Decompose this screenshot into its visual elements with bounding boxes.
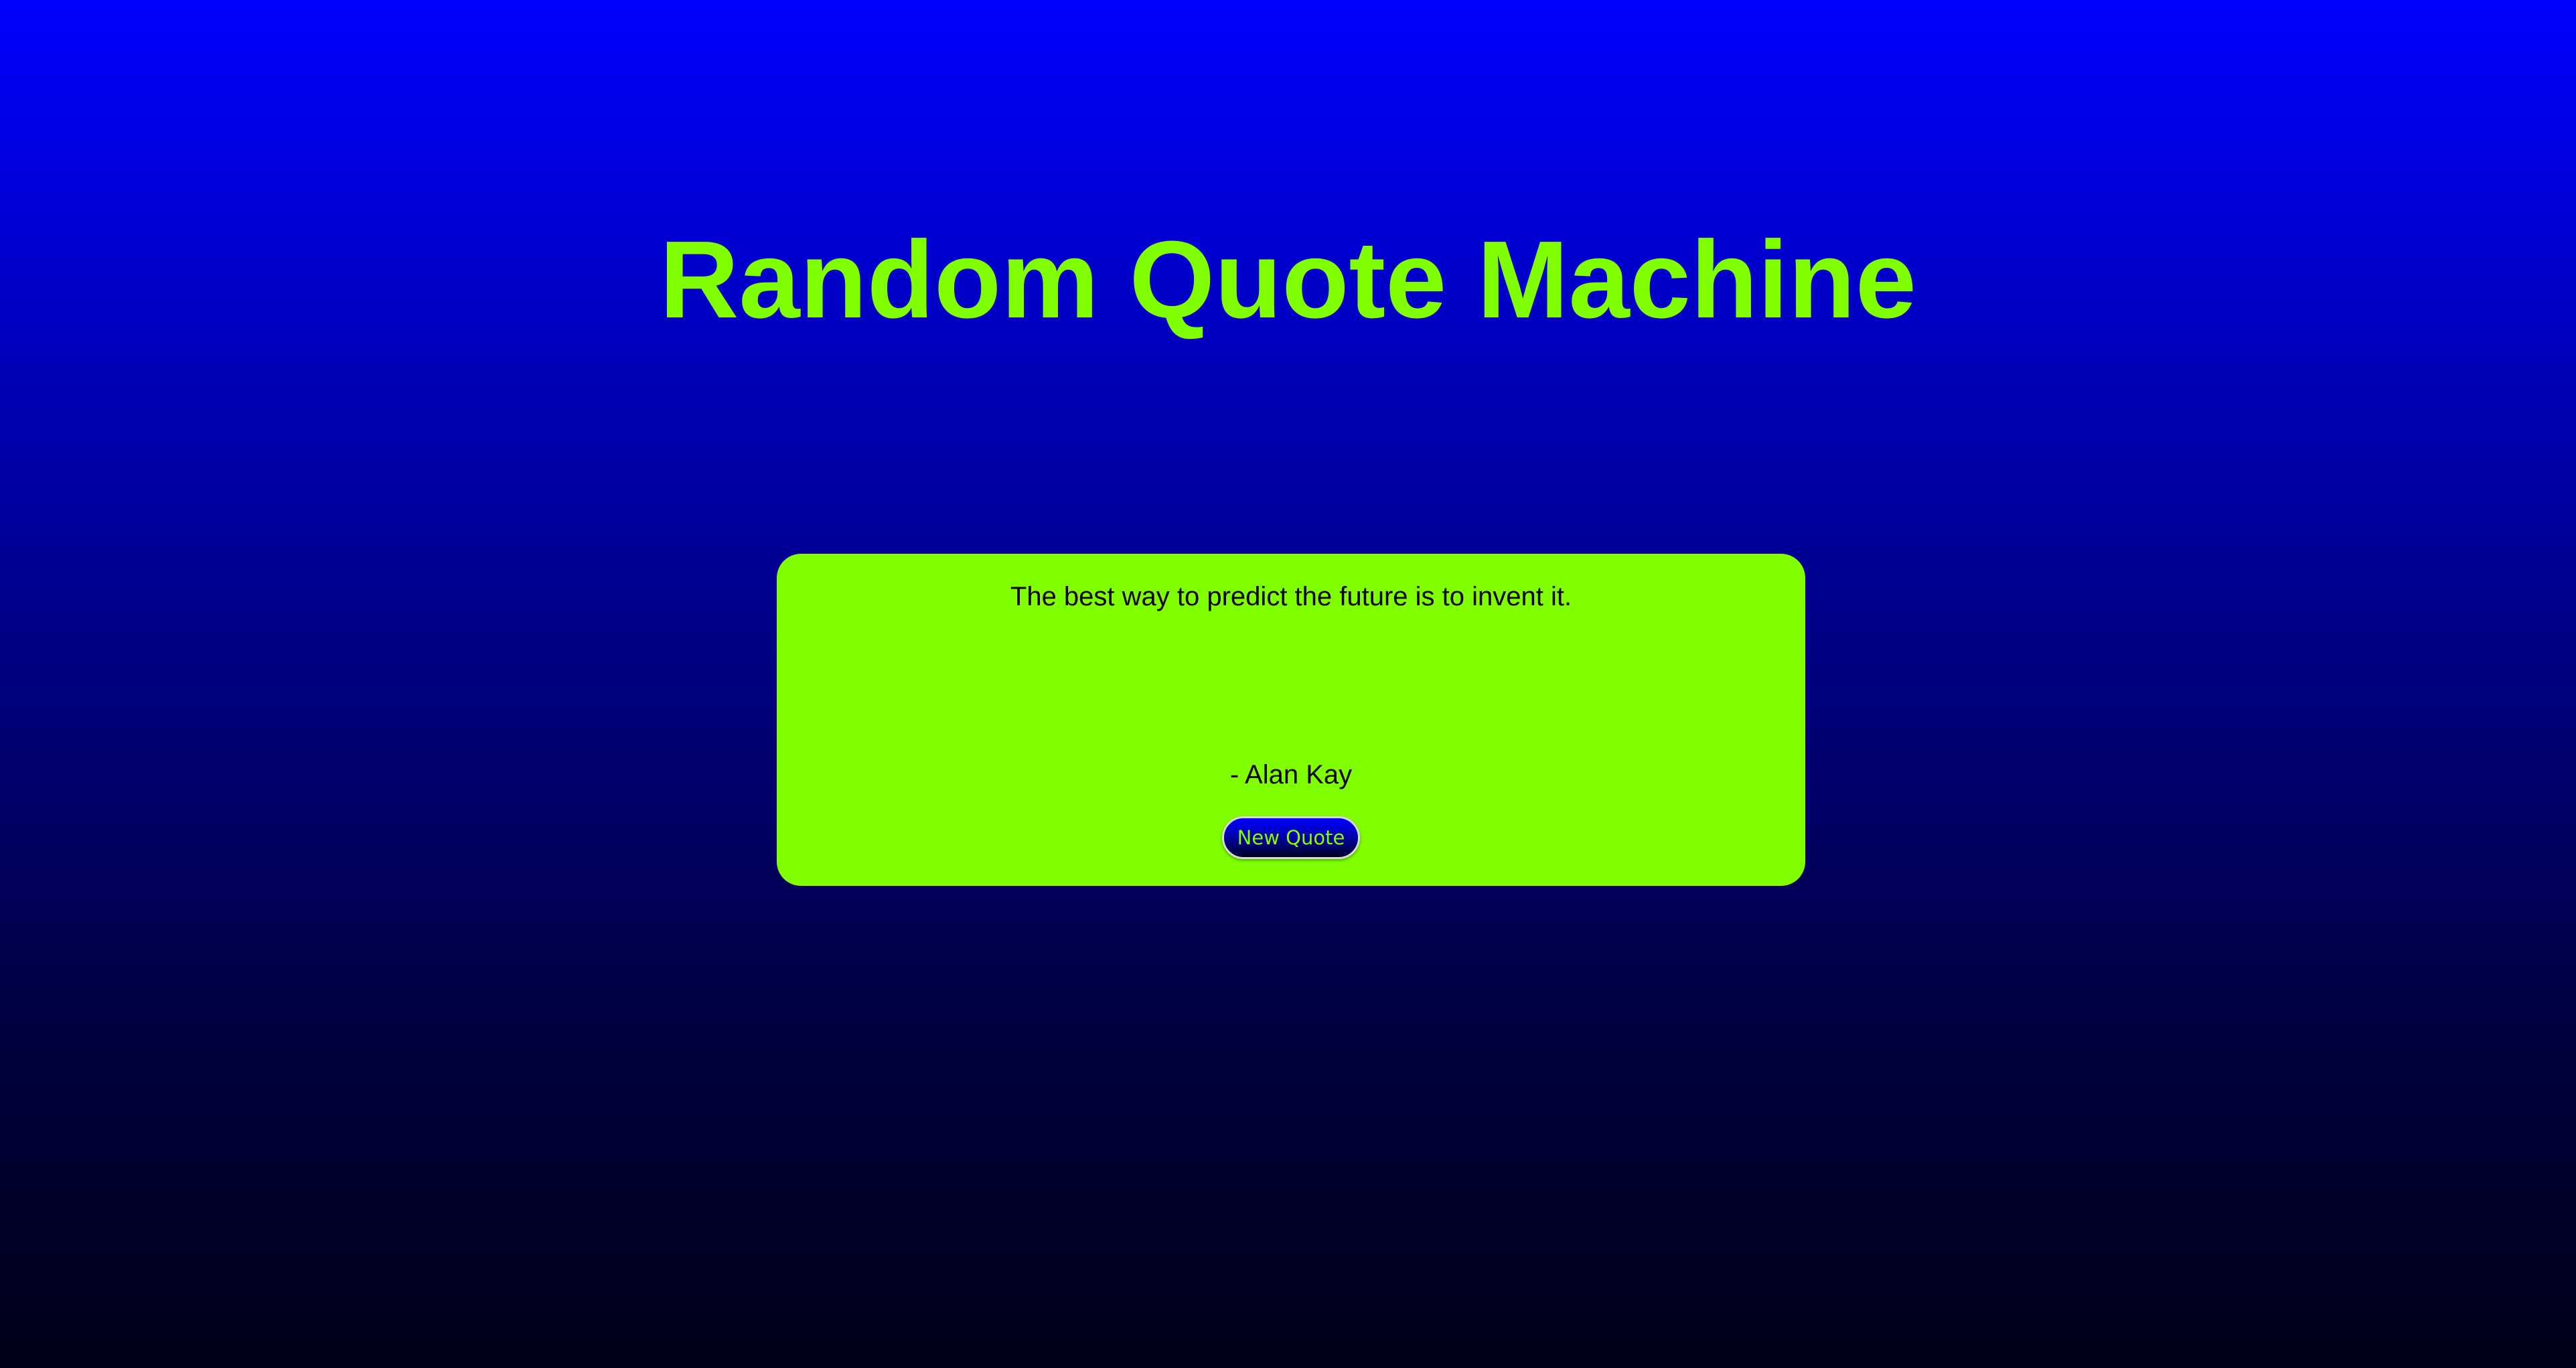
page-title: Random Quote Machine xyxy=(659,218,1917,341)
new-quote-button[interactable]: New Quote xyxy=(1222,816,1360,859)
quote-text: The best way to predict the future is to… xyxy=(1010,582,1572,611)
quote-box: The best way to predict the future is to… xyxy=(777,554,1805,886)
quote-author: - Alan Kay xyxy=(1229,760,1353,789)
